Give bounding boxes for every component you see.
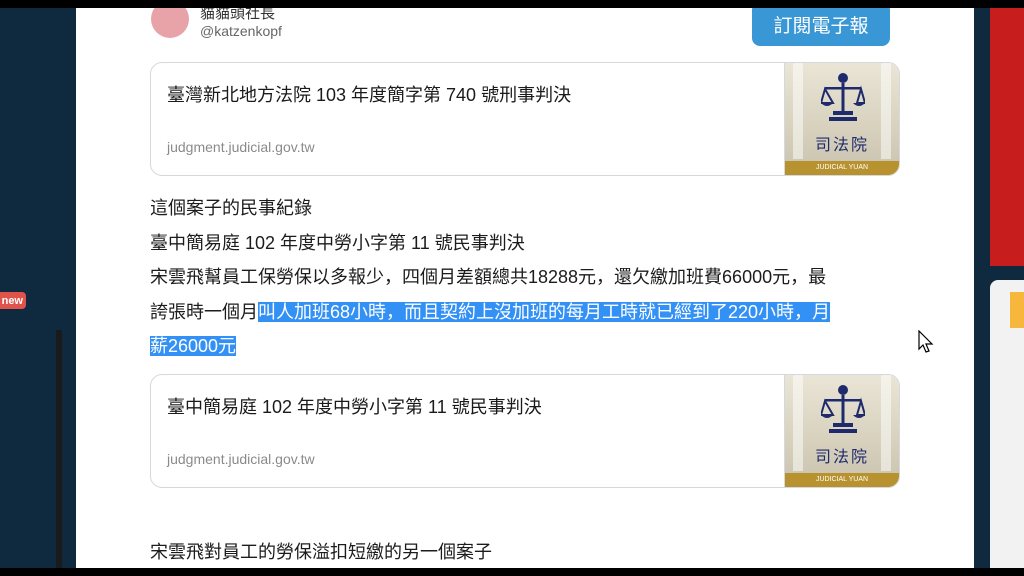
paragraph-text: 誇張時一個月 bbox=[150, 302, 258, 322]
mouse-pointer-icon bbox=[918, 330, 934, 353]
left-divider bbox=[56, 330, 62, 568]
avatar[interactable] bbox=[151, 8, 189, 38]
selected-text[interactable]: 叫人加班68小時，而且契約上沒加班的每月工時就已經到了220小時，月 bbox=[258, 302, 831, 322]
link-card-title[interactable]: 臺中簡易庭 102 年度中勞小字第 11 號民事判決 bbox=[167, 393, 542, 419]
right-app-icon bbox=[1010, 292, 1024, 328]
bottom-letterbox bbox=[0, 568, 1024, 576]
thumbnail-subtitle: JUDICIAL YUAN bbox=[785, 161, 899, 175]
new-badge: new bbox=[0, 292, 26, 309]
scales-of-justice-icon bbox=[821, 73, 865, 121]
author-name[interactable]: 貓貓頭社長 bbox=[200, 8, 275, 23]
link-card-domain: judgment.judicial.gov.tw bbox=[167, 451, 315, 467]
link-card-thumbnail: 司法院 JUDICIAL YUAN bbox=[784, 375, 899, 487]
paragraph-line: 宋雲飛對員工的勞保溢扣短繳的另一個案子 bbox=[150, 542, 492, 562]
top-letterbox bbox=[0, 0, 1024, 8]
thumbnail-subtitle: JUDICIAL YUAN bbox=[785, 473, 899, 487]
paragraph-line: 誇張時一個月叫人加班68小時，而且契約上沒加班的每月工時就已經到了220小時，月 bbox=[150, 298, 831, 324]
selected-text[interactable]: 薪26000元 bbox=[150, 336, 237, 356]
scales-of-justice-icon bbox=[821, 385, 865, 433]
link-card-thumbnail: 司法院 JUDICIAL YUAN bbox=[784, 63, 899, 175]
link-card-domain: judgment.judicial.gov.tw bbox=[167, 139, 315, 155]
link-card-2[interactable]: 臺中簡易庭 102 年度中勞小字第 11 號民事判決 judgment.judi… bbox=[150, 374, 900, 488]
paragraph-line: 這個案子的民事紀錄 bbox=[150, 198, 312, 218]
article-container: 貓貓頭社長 @katzenkopf 訂閱電子報 臺灣新北地方法院 103 年度簡… bbox=[76, 8, 974, 568]
paragraph-line: 臺中簡易庭 102 年度中勞小字第 11 號民事判決 bbox=[150, 233, 525, 253]
paragraph-line: 宋雲飛幫員工保勞保以多報少，四個月差額總共18288元，還欠繳加班費66000元… bbox=[150, 267, 827, 287]
left-background bbox=[0, 8, 76, 568]
right-red-panel bbox=[990, 8, 1024, 266]
subscribe-button[interactable]: 訂閱電子報 bbox=[752, 8, 890, 46]
link-card-title[interactable]: 臺灣新北地方法院 103 年度簡字第 740 號刑事判決 bbox=[167, 81, 571, 107]
author-handle: @katzenkopf bbox=[200, 23, 282, 39]
thumbnail-label: 司法院 bbox=[814, 135, 869, 154]
link-card-1[interactable]: 臺灣新北地方法院 103 年度簡字第 740 號刑事判決 judgment.ju… bbox=[150, 62, 900, 176]
paragraph-line: 薪26000元 bbox=[150, 332, 237, 358]
thumbnail-label: 司法院 bbox=[814, 447, 869, 466]
